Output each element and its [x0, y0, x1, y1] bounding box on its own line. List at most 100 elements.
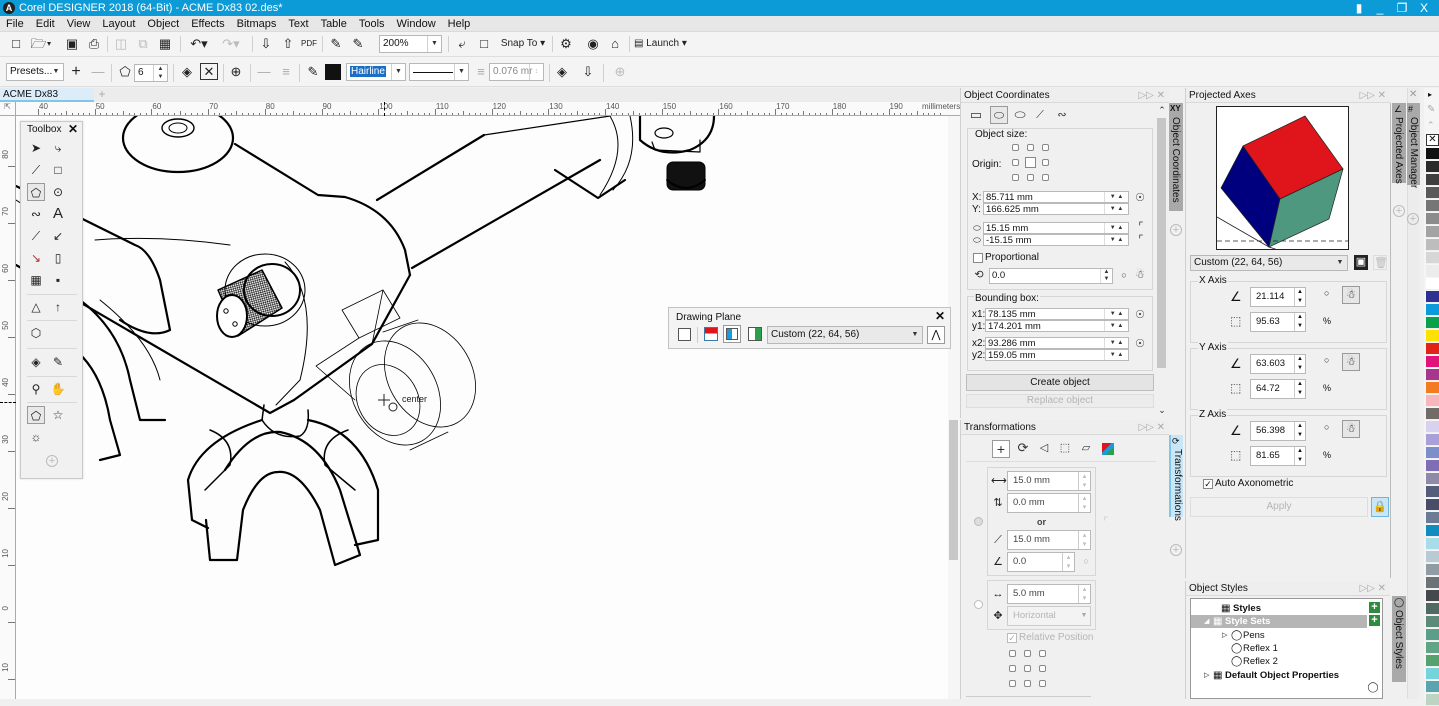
menu-table[interactable]: Table	[315, 16, 353, 32]
callout-shape-icon[interactable]: ▪	[49, 271, 67, 289]
panel-scrollbar-thumb[interactable]	[1157, 118, 1166, 368]
star-tool-icon[interactable]: ☆	[49, 406, 67, 424]
color-swatch[interactable]	[1426, 382, 1439, 394]
callout-tool-icon[interactable]: ↙	[49, 227, 67, 245]
width-lock-icon[interactable]: ⌜	[1136, 221, 1146, 233]
color-swatch[interactable]	[1426, 629, 1439, 641]
corel-connect-icon[interactable]: ◉	[585, 36, 601, 52]
delete-preset-icon[interactable]: 🗑	[1373, 255, 1388, 270]
side-plane-icon[interactable]	[748, 327, 762, 341]
add-preset-icon[interactable]: +	[68, 64, 84, 80]
color-swatch[interactable]	[1426, 577, 1439, 589]
spinner-icon[interactable]: ▴ ▾	[1078, 494, 1090, 512]
origin-point[interactable]	[1012, 159, 1019, 166]
rotation-lock-icon[interactable]: ☃	[1134, 269, 1146, 281]
line-style-icon[interactable]: —	[256, 64, 272, 80]
drawing-plane-preset-select[interactable]: Custom (22, 64, 56) ▼	[767, 326, 923, 344]
line-mode-icon[interactable]: ⟋	[1033, 109, 1047, 121]
object-manager-close-icon[interactable]: ✕	[1409, 89, 1417, 100]
plane-axes-icon[interactable]: ⋀	[927, 326, 945, 344]
connector-tool-icon[interactable]: ∾	[27, 205, 45, 223]
palette-scroll-up-icon[interactable]: ⌃	[1427, 120, 1435, 131]
edit-2-icon[interactable]: ✎	[350, 36, 366, 52]
expand-arrow-icon[interactable]: ▷	[1204, 669, 1209, 682]
line-style-select[interactable]: ▼	[409, 63, 469, 81]
close-button[interactable]: X	[1414, 0, 1434, 16]
polygon-sides-input[interactable]: 6 ▲ ▼	[134, 64, 168, 82]
color-swatch[interactable]	[1426, 291, 1439, 303]
color-swatch[interactable]	[1426, 395, 1439, 407]
x-position-input[interactable]: 85.711 mm ▼ ▲	[983, 191, 1129, 203]
color-swatch[interactable]	[1426, 642, 1439, 654]
origin-point[interactable]	[1012, 144, 1019, 151]
snap-pointer-icon[interactable]: ⤶	[454, 36, 470, 52]
fill-tool-icon[interactable]: ◈	[27, 353, 45, 371]
angle-center-icon[interactable]: ○	[1081, 555, 1091, 567]
smart-connector-icon[interactable]: ↘	[27, 249, 45, 267]
table-tool-icon[interactable]: ▦	[27, 271, 45, 289]
origin-point[interactable]	[1027, 174, 1034, 181]
position-mode-radio[interactable]	[974, 517, 983, 526]
dimension-tool-icon[interactable]: ⟋	[27, 227, 45, 245]
spinner-icon[interactable]: ▼ ▲	[1104, 321, 1128, 331]
color-swatch[interactable]	[1426, 616, 1439, 628]
origin-point[interactable]	[1027, 144, 1034, 151]
polygon-mode-icon[interactable]: ⬭	[1013, 108, 1027, 121]
vertical-input[interactable]: 0.0 mm ▴ ▾	[1007, 493, 1091, 513]
remove-preset-icon[interactable]: —	[90, 64, 106, 80]
color-swatch[interactable]	[1426, 278, 1439, 290]
line-tool-icon[interactable]: ⟋	[27, 161, 45, 179]
projected-axes-docker-tab[interactable]: ∠ Projected Axes	[1392, 103, 1406, 184]
color-swatch[interactable]	[1426, 239, 1439, 251]
spinner-icon[interactable]: ▼ ▲	[1104, 223, 1128, 233]
x-axis-scale-input[interactable]: 95.63 ▲ ▼	[1250, 312, 1306, 332]
color-swatch[interactable]	[1426, 473, 1439, 485]
home-icon[interactable]: ⌂	[607, 36, 623, 52]
style-tree-item[interactable]: ▷ ▦ Default Object Properties	[1191, 669, 1384, 682]
angle-reset-icon[interactable]: ○	[1324, 288, 1329, 298]
wrap-text-icon[interactable]: ⊕	[228, 64, 244, 80]
x1-input[interactable]: 78.135 mm ▼ ▲	[985, 308, 1129, 320]
origin-point[interactable]	[1039, 650, 1046, 657]
edit-icon[interactable]: ✎	[328, 36, 344, 52]
drawing-canvas[interactable]: center	[16, 116, 948, 699]
horizontal-input[interactable]: 15.0 mm ▴ ▾	[1007, 471, 1091, 491]
origin-point[interactable]	[1042, 144, 1049, 151]
bbox-point1-icon[interactable]: ☉	[1134, 309, 1146, 321]
axis-lock-icon[interactable]: ☃	[1342, 286, 1360, 304]
default-properties-icon[interactable]: ◯	[1367, 682, 1379, 694]
x2-input[interactable]: 93.286 mm ▼ ▲	[985, 337, 1129, 349]
style-tree-item[interactable]: ◢ ▦ Style Sets	[1191, 615, 1367, 628]
color-swatch[interactable]	[1426, 161, 1439, 173]
customize-toolbox-icon[interactable]: +	[46, 455, 58, 467]
save-icon[interactable]: ▣	[64, 36, 80, 52]
y2-input[interactable]: 159.05 mm ▼ ▲	[985, 349, 1129, 361]
y-axis-angle-input[interactable]: 63.603 ▲ ▼	[1250, 354, 1306, 374]
spinner-icon[interactable]: ▴ ▾	[1078, 472, 1090, 490]
complex-star-icon[interactable]: ☼	[27, 428, 45, 446]
drawing-plane-close-icon[interactable]: ✕	[935, 309, 945, 323]
no-color-swatch[interactable]: ✕	[1426, 134, 1439, 146]
zoom-level-select[interactable]: 200% ▼	[379, 35, 442, 53]
color-swatch[interactable]	[1426, 681, 1439, 693]
spinner-icon[interactable]: ▼ ▲	[1104, 235, 1128, 245]
plane-none-icon[interactable]	[678, 328, 691, 341]
color-swatch[interactable]	[1426, 460, 1439, 472]
menu-layout[interactable]: Layout	[96, 16, 141, 32]
spinner-icon[interactable]: ▴ ▾	[1078, 531, 1090, 549]
panel-controls-icon[interactable]: ▷▷ ✕	[1359, 581, 1386, 596]
import-icon[interactable]: ⇩	[258, 36, 274, 52]
angle-input[interactable]: 0.0 ▴ ▾	[1007, 552, 1075, 572]
color-swatch[interactable]	[1426, 668, 1439, 680]
menu-tools[interactable]: Tools	[353, 16, 391, 32]
color-swatch[interactable]	[1426, 538, 1439, 550]
rotate-transform-icon[interactable]: ⟳	[1016, 441, 1030, 454]
fill-icon[interactable]: ◈	[179, 64, 195, 80]
color-swatch[interactable]	[1426, 525, 1439, 537]
apply-button[interactable]: Apply	[1190, 497, 1368, 517]
projection-preset-select[interactable]: Custom (22, 64, 56) ▼	[1190, 255, 1348, 271]
presets-dropdown[interactable]: Presets... ▼	[6, 63, 64, 81]
proportional-checkbox[interactable]	[973, 253, 983, 263]
position-transform-icon[interactable]: +	[992, 440, 1010, 458]
origin-point[interactable]	[1024, 665, 1031, 672]
